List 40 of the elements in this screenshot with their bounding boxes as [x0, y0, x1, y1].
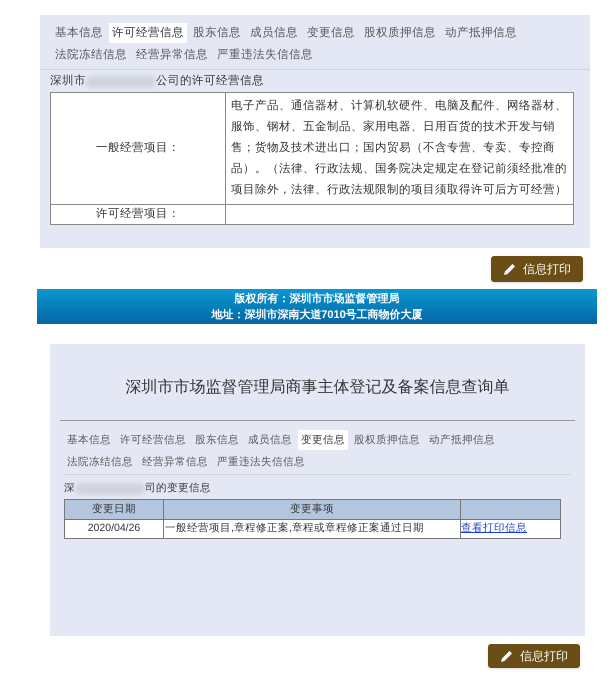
redaction-blur [75, 483, 145, 495]
tab[interactable]: 动产抵押信息 [426, 430, 498, 450]
tab[interactable]: 股权质押信息 [361, 23, 439, 43]
tab[interactable]: 严重违法失信信息 [214, 45, 316, 65]
pencil-icon [503, 262, 517, 276]
tab[interactable]: 许可经营信息 [117, 430, 189, 450]
company-prefix: 深 [64, 481, 75, 496]
heading-text: 司的变更信息 [145, 481, 211, 496]
redaction-blur [86, 76, 156, 88]
column-header: 变更事项 [164, 500, 460, 520]
table-cell: 一般经营项目,章程修正案,章程或章程修正案通过日期 [164, 520, 460, 538]
table-cell: 许可经营项目： [50, 204, 226, 224]
tab[interactable]: 经营异常信息 [133, 45, 211, 65]
heading-text: 公司的许可经营信息 [156, 74, 264, 90]
tab[interactable]: 变更信息 [298, 430, 348, 450]
tab[interactable]: 成员信息 [247, 23, 301, 43]
page-title: 深圳市市场监督管理局商事主体登记及备案信息查询单 [124, 377, 510, 398]
print-button[interactable]: 信息打印 [488, 644, 580, 668]
print-button[interactable]: 信息打印 [491, 256, 583, 282]
tab[interactable]: 法院冻结信息 [52, 45, 130, 65]
footer-text: 版权所有：深圳市市场监督管理局 [234, 292, 400, 306]
tab[interactable]: 严重违法失信信息 [214, 452, 308, 472]
tab[interactable]: 基本信息 [64, 430, 114, 450]
table-cell: 一般经营项目： [50, 92, 226, 204]
tab[interactable]: 法院冻结信息 [64, 452, 136, 472]
tab[interactable]: 动产抵押信息 [442, 23, 520, 43]
company-prefix: 深圳市 [50, 73, 86, 90]
pencil-icon [500, 649, 514, 663]
tab[interactable]: 股东信息 [192, 430, 242, 450]
column-header: 变更日期 [64, 500, 164, 520]
footer-text: 地址：深圳市深南大道7010号工商物价大厦 [211, 308, 423, 322]
tab[interactable]: 基本信息 [52, 23, 106, 43]
tab[interactable]: 许可经营信息 [109, 23, 187, 43]
tab[interactable]: 变更信息 [304, 23, 358, 43]
tab[interactable]: 经营异常信息 [139, 452, 211, 472]
table-cell: 2020/04/26 [64, 520, 164, 538]
tab[interactable]: 成员信息 [245, 430, 295, 450]
table-cell: 电子产品、通信器材、计算机软硬件、电脑及配件、网络器材、服饰、钢材、五金制品、家用电器、日用百货的技术开发与销售；货物及技术进出口；国内贸易（不含专营、专卖、专控商品）。（法律、行政法规、国务院决定规定在登记前须经批准的项目除外，法律、行政法规限制的项目须取得许可后方可经营） [226, 92, 574, 204]
tab[interactable]: 股东信息 [190, 23, 244, 43]
tab[interactable]: 股权质押信息 [351, 430, 423, 450]
